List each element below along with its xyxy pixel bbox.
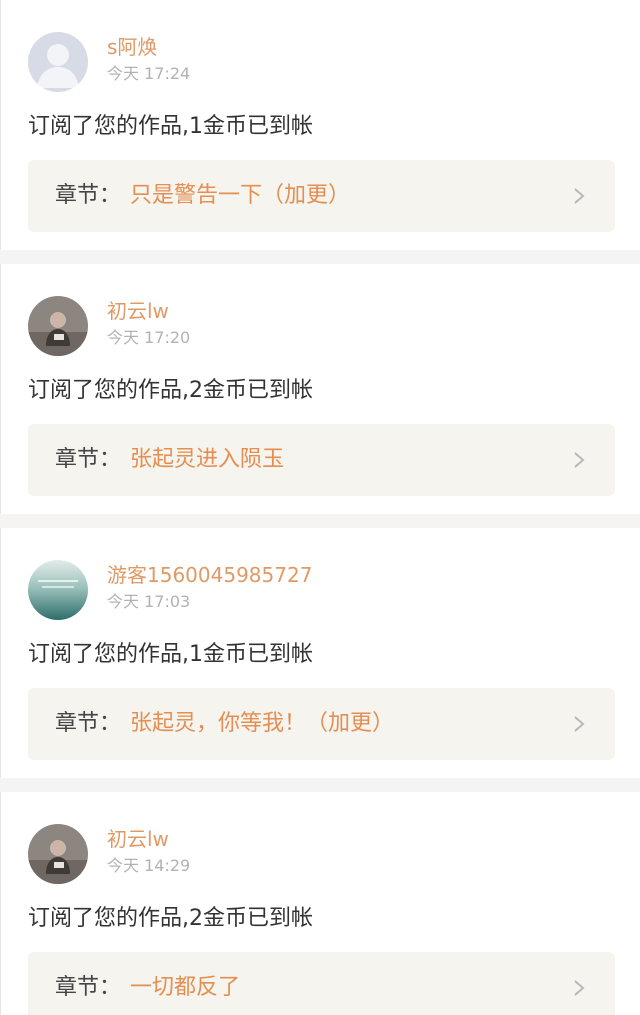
chapter-link[interactable]: 章节： 张起灵，你等我！（加更） <box>28 688 615 760</box>
notification-message: 订阅了您的作品,1金币已到帐 <box>28 114 313 139</box>
notification-card: s阿焕 今天 17:24 订阅了您的作品,1金币已到帐 章节： 只是警告一下（加… <box>0 0 640 250</box>
timestamp: 今天 17:24 <box>107 64 191 83</box>
default-person-avatar-icon <box>28 32 88 92</box>
chapter-link[interactable]: 章节： 一切都反了 <box>28 952 615 1015</box>
chapter-title: 张起灵进入陨玉 <box>130 447 285 472</box>
notification-card: 初云lw 今天 17:20 订阅了您的作品,2金币已到帐 章节： 张起灵进入陨玉 <box>0 264 640 514</box>
chevron-right-icon <box>574 452 585 468</box>
chevron-right-icon <box>574 188 585 204</box>
username[interactable]: 初云lw <box>107 299 169 323</box>
username[interactable]: 游客1560045985727 <box>107 563 312 587</box>
notification-card: 初云lw 今天 14:29 订阅了您的作品,2金币已到帐 章节： 一切都反了 <box>0 792 640 1015</box>
chevron-right-icon <box>574 716 585 732</box>
chevron-right-icon <box>574 980 585 996</box>
chapter-label: 章节： <box>55 183 122 208</box>
notification-message: 订阅了您的作品,1金币已到帐 <box>28 642 313 667</box>
notification-message: 订阅了您的作品,2金币已到帐 <box>28 906 313 931</box>
username[interactable]: 初云lw <box>107 827 169 851</box>
chapter-link[interactable]: 章节： 张起灵进入陨玉 <box>28 424 615 496</box>
chapter-label: 章节： <box>55 447 122 472</box>
chapter-label: 章节： <box>55 975 122 1000</box>
username[interactable]: s阿焕 <box>107 35 157 59</box>
timestamp: 今天 17:03 <box>107 592 191 611</box>
chapter-title: 只是警告一下（加更） <box>130 183 351 208</box>
chapter-title: 张起灵，你等我！（加更） <box>130 711 395 736</box>
chapter-link[interactable]: 章节： 只是警告一下（加更） <box>28 160 615 232</box>
timestamp: 今天 14:29 <box>107 856 191 875</box>
avatar[interactable] <box>28 296 88 356</box>
chapter-title: 一切都反了 <box>130 975 241 1000</box>
photo-avatar-landscape-icon <box>28 560 88 620</box>
photo-avatar-figure-icon <box>28 296 88 356</box>
notification-feed: s阿焕 今天 17:24 订阅了您的作品,1金币已到帐 章节： 只是警告一下（加… <box>0 0 640 1015</box>
avatar[interactable] <box>28 32 88 92</box>
avatar[interactable] <box>28 824 88 884</box>
photo-avatar-figure-icon <box>28 824 88 884</box>
avatar[interactable] <box>28 560 88 620</box>
chapter-label: 章节： <box>55 711 122 736</box>
timestamp: 今天 17:20 <box>107 328 191 347</box>
notification-card: 游客1560045985727 今天 17:03 订阅了您的作品,1金币已到帐 … <box>0 528 640 778</box>
notification-message: 订阅了您的作品,2金币已到帐 <box>28 378 313 403</box>
